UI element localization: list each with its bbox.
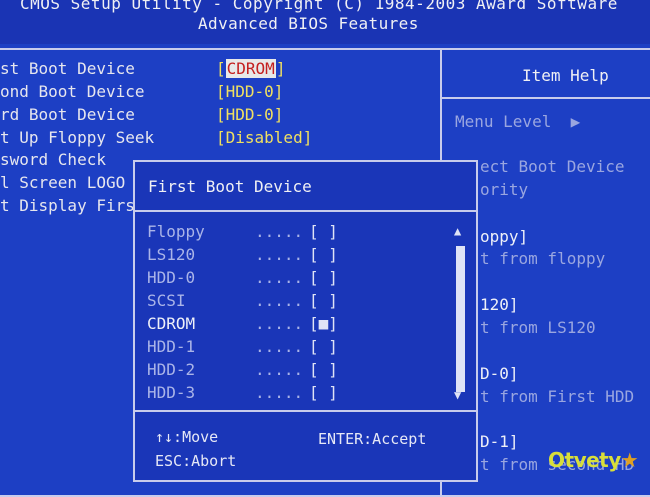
option-checkbox-selected[interactable]: [■] [309,314,338,333]
help-line: ect Boot Device [480,157,625,176]
option-hdd-1[interactable]: HDD-1 [147,337,195,356]
option-dots: ..... [255,245,304,264]
option-checkbox[interactable]: [ ] [309,268,338,287]
option-dots: ..... [255,222,304,241]
setting-full-screen-logo[interactable]: l Screen LOGO [0,173,125,192]
option-cdrom[interactable]: CDROM [147,314,195,333]
item-help-title: Item Help [522,66,609,85]
option-checkbox[interactable]: [ ] [309,337,338,356]
option-hdd-3[interactable]: HDD-3 [147,383,195,402]
option-dots: ..... [255,268,304,287]
popup-title: First Boot Device [148,177,312,196]
star-icon: ★ [620,448,639,472]
second-boot-device-value[interactable]: [HDD-0] [216,82,283,101]
help-line: t from First HDD [480,387,635,406]
setting-second-boot-device[interactable]: ond Boot Device [0,82,145,101]
first-boot-device-popup: First Boot Device Floppy ..... [ ] LS120… [133,160,478,482]
option-hdd-0[interactable]: HDD-0 [147,268,195,287]
header-title: CMOS Setup Utility - Copyright (C) 1984-… [20,0,618,13]
option-dots: ..... [255,383,304,402]
option-dots: ..... [255,337,304,356]
floppy-seek-value[interactable]: [Disabled] [216,128,312,147]
popup-footer-divider [135,410,476,412]
arrow-right-icon: ▶ [570,112,581,131]
help-divider [442,97,650,99]
header-subtitle: Advanced BIOS Features [198,14,419,33]
help-line: D-0] [480,364,519,383]
setting-small-logo-display[interactable]: t Display Firs [0,196,135,215]
footer-accept-hint: ENTER:Accept [318,430,427,448]
menu-level: Menu Level ▶ [455,112,581,131]
option-checkbox[interactable]: [ ] [309,383,338,402]
option-scsi[interactable]: SCSI [147,291,186,310]
option-hdd-2[interactable]: HDD-2 [147,360,195,379]
scroll-up-icon[interactable]: ▲ [454,224,461,238]
option-dots: ..... [255,360,304,379]
option-dots: ..... [255,291,304,310]
popup-divider [135,210,476,212]
footer-move-hint: ↑↓:Move [155,428,219,446]
scrollbar[interactable] [456,246,465,392]
option-checkbox[interactable]: [ ] [309,360,338,379]
setting-boot-up-floppy-seek[interactable]: t Up Floppy Seek [0,128,154,147]
option-floppy[interactable]: Floppy [147,222,205,241]
setting-third-boot-device[interactable]: rd Boot Device [0,105,135,124]
help-line: D-1] [480,432,519,451]
help-line: ority [480,180,529,199]
option-checkbox[interactable]: [ ] [309,245,338,264]
help-line: t from floppy [480,249,606,268]
option-ls120[interactable]: LS120 [147,245,195,264]
option-dots: ..... [255,314,304,333]
setting-first-boot-device[interactable]: st Boot Device [0,59,135,78]
setting-password-check[interactable]: sword Check [0,150,106,169]
watermark-logo: Otvety★ [548,448,639,472]
help-line: 120] [480,295,519,314]
first-boot-device-value[interactable]: [CDROM] [216,59,285,78]
first-boot-device-highlight[interactable]: CDROM [225,59,276,78]
option-checkbox[interactable]: [ ] [309,222,338,241]
help-line: t from LS120 [480,318,596,337]
option-checkbox[interactable]: [ ] [309,291,338,310]
help-line: oppy] [480,227,529,246]
bios-header: CMOS Setup Utility - Copyright (C) 1984-… [0,0,650,44]
footer-abort-hint: ESC:Abort [155,452,237,470]
scroll-down-icon[interactable]: ▼ [454,388,461,402]
third-boot-device-value[interactable]: [HDD-0] [216,105,283,124]
